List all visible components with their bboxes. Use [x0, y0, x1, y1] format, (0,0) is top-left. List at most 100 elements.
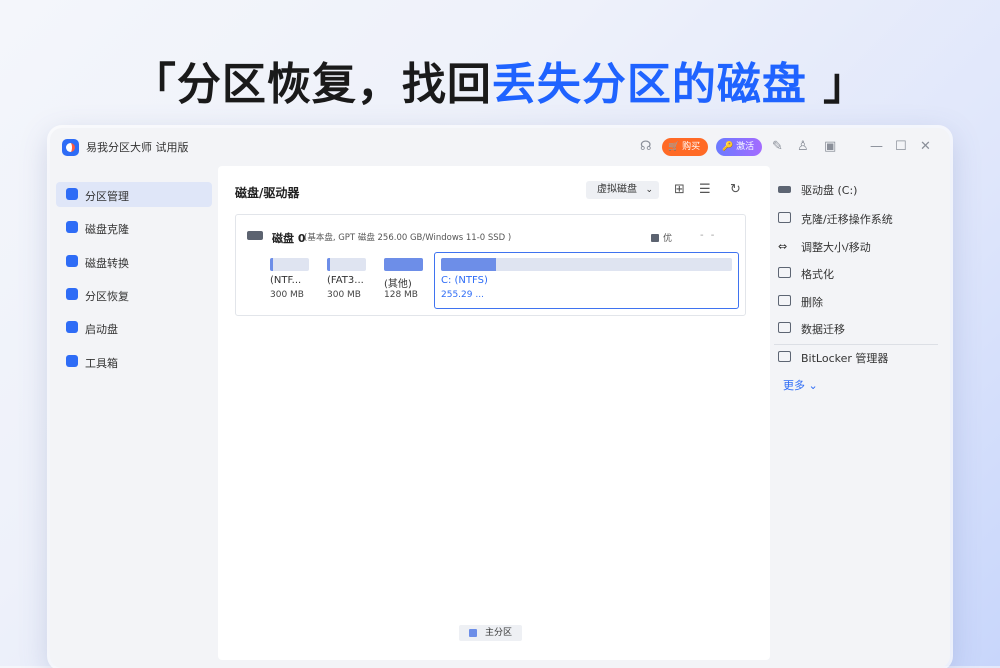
partition-tile-selected[interactable]: C: (NTFS) 255.29 ...	[434, 252, 739, 309]
partition-fill	[270, 258, 274, 271]
drive-label: 驱动盘 (C:)	[801, 184, 858, 197]
buy-label: 购买	[682, 142, 701, 152]
disk-name: 磁盘 0	[272, 232, 306, 245]
headline-prefix: 「分区恢复，找回	[131, 59, 492, 110]
action-label: 调整大小/移动	[801, 241, 871, 254]
maximize-icon[interactable]: ☐	[895, 139, 907, 155]
sidebar-item-label: 磁盘转换	[85, 257, 129, 270]
headline: 「分区恢复，找回丢失分区的磁盘 」	[0, 48, 1000, 112]
migrate-icon	[778, 322, 791, 333]
sidebar-item-label: 分区恢复	[85, 290, 129, 303]
sidebar-item-label: 工具箱	[85, 357, 118, 370]
page-title: 磁盘/驱动器	[235, 186, 300, 200]
app-logo-icon	[62, 139, 79, 156]
activate-label: 激活	[736, 142, 755, 152]
app-window: 易我分区大师 试用版 ☊ 🛒 购买 🔑 激活 ✎ ♙ ▣ — ☐ ✕ 分区管理 …	[50, 128, 950, 668]
sidebar-item-partition-recovery[interactable]: 分区恢复	[56, 282, 212, 307]
disk-info: (基本盘, GPT 磁盘 256.00 GB/Windows 11-0 SSD …	[304, 233, 512, 243]
sidebar-item-partition-manager[interactable]: 分区管理	[56, 182, 212, 207]
sidebar-item-disk-convert[interactable]: 磁盘转换	[56, 249, 212, 274]
disk-badge-label: 优	[663, 234, 673, 244]
convert-icon	[66, 255, 78, 267]
more-label: 更多	[783, 379, 805, 392]
action-label: BitLocker 管理器	[801, 352, 889, 365]
drive-icon	[778, 186, 791, 193]
sidebar-item-toolbox[interactable]: 工具箱	[56, 349, 212, 374]
health-icon	[651, 234, 659, 242]
sidebar-item-disk-clone[interactable]: 磁盘克隆	[56, 215, 212, 240]
headset-icon[interactable]: ☊	[640, 139, 652, 155]
partition-fill	[441, 258, 497, 271]
toolbox-icon	[66, 355, 78, 367]
minimize-icon[interactable]: —	[870, 139, 883, 155]
partition-name: (NTF...	[270, 275, 302, 286]
partition-bar	[384, 258, 423, 271]
partition-fill	[384, 258, 423, 271]
app-title: 易我分区大师 试用版	[86, 141, 189, 154]
action-clone-os[interactable]: 克隆/迁移操作系统	[778, 207, 938, 229]
headline-suffix: 」	[806, 59, 869, 110]
grid-view-icon[interactable]: ⊞	[674, 183, 685, 197]
partition-name: (其他)	[384, 279, 412, 290]
chevron-down-icon: ⌄	[645, 185, 653, 195]
format-icon	[778, 267, 791, 278]
legend-label: 主分区	[485, 628, 513, 638]
action-format[interactable]: 格式化	[778, 262, 938, 284]
right-panel: 驱动盘 (C:) 克隆/迁移操作系统 ⇔ 调整大小/移动 格式化 删除 数据迁移 …	[770, 166, 942, 646]
sidebar-item-label: 磁盘克隆	[85, 223, 129, 236]
partition-name: C: (NTFS)	[441, 275, 488, 286]
trash-icon	[778, 295, 791, 306]
partition-size: 300 MB	[270, 290, 304, 300]
disk-dash: - -	[700, 230, 717, 241]
headline-highlight: 丢失分区的磁盘	[491, 59, 807, 110]
buy-button[interactable]: 🛒 购买	[662, 138, 709, 156]
resize-icon: ⇔	[778, 240, 788, 253]
virtual-disk-label: 虚拟磁盘	[597, 184, 637, 195]
close-icon[interactable]: ✕	[920, 139, 931, 155]
disk-icon	[247, 231, 263, 240]
sidebar-item-boot-disk[interactable]: 启动盘	[56, 315, 212, 340]
action-label: 删除	[801, 296, 823, 309]
legend-swatch	[469, 629, 477, 637]
drive-header: 驱动盘 (C:)	[778, 178, 938, 200]
partition-bar	[441, 258, 732, 271]
divider	[774, 344, 938, 345]
action-label: 克隆/迁移操作系统	[801, 213, 893, 226]
action-bitlocker[interactable]: BitLocker 管理器	[778, 346, 938, 368]
partition-fill	[327, 258, 331, 271]
clone-icon	[66, 221, 78, 233]
sidebar: 分区管理 磁盘克隆 磁盘转换 分区恢复 启动盘 工具箱	[50, 166, 218, 668]
action-data-migration[interactable]: 数据迁移	[778, 317, 938, 339]
partition-size: 128 MB	[384, 290, 418, 300]
partition-size: 300 MB	[327, 290, 361, 300]
lock-icon	[778, 351, 791, 362]
action-resize-move[interactable]: ⇔ 调整大小/移动	[778, 235, 938, 257]
virtual-disk-select[interactable]: 虚拟磁盘 ⌄	[586, 181, 659, 199]
title-bar: 易我分区大师 试用版 ☊ 🛒 购买 🔑 激活 ✎ ♙ ▣ — ☐ ✕	[50, 128, 950, 166]
action-label: 数据迁移	[801, 323, 845, 336]
partition-name: (FAT3...	[327, 275, 364, 286]
pie-chart-icon	[66, 188, 78, 200]
partition-bar	[270, 258, 309, 271]
list-view-icon[interactable]: ☰	[699, 183, 711, 197]
action-delete[interactable]: 删除	[778, 290, 938, 312]
shirt-icon[interactable]: ♙	[797, 139, 809, 155]
recover-icon	[66, 288, 78, 300]
usb-icon	[66, 321, 78, 333]
activate-button[interactable]: 🔑 激活	[716, 138, 763, 156]
disk-health-badge: 优	[651, 231, 672, 244]
partition-size: 255.29 ...	[441, 290, 484, 300]
notes-icon[interactable]: ✎	[772, 139, 783, 155]
action-label: 格式化	[801, 268, 834, 281]
dropdown-icon[interactable]: ▣	[824, 139, 836, 155]
partition-bar	[327, 258, 366, 271]
chevron-down-icon: ⌄	[808, 379, 818, 392]
refresh-icon[interactable]: ↻	[730, 183, 741, 197]
sidebar-item-label: 启动盘	[85, 323, 118, 336]
legend-primary-partition: 主分区	[459, 625, 522, 641]
more-button[interactable]: 更多 ⌄	[783, 377, 818, 393]
clone-os-icon	[778, 212, 791, 223]
disk-card[interactable]: 磁盘 0 (基本盘, GPT 磁盘 256.00 GB/Windows 11-0…	[235, 214, 746, 316]
main-panel: 磁盘/驱动器 虚拟磁盘 ⌄ ⊞ ☰ ↻ 磁盘 0 (基本盘, GPT 磁盘 256…	[218, 166, 770, 660]
sidebar-item-label: 分区管理	[85, 190, 129, 203]
